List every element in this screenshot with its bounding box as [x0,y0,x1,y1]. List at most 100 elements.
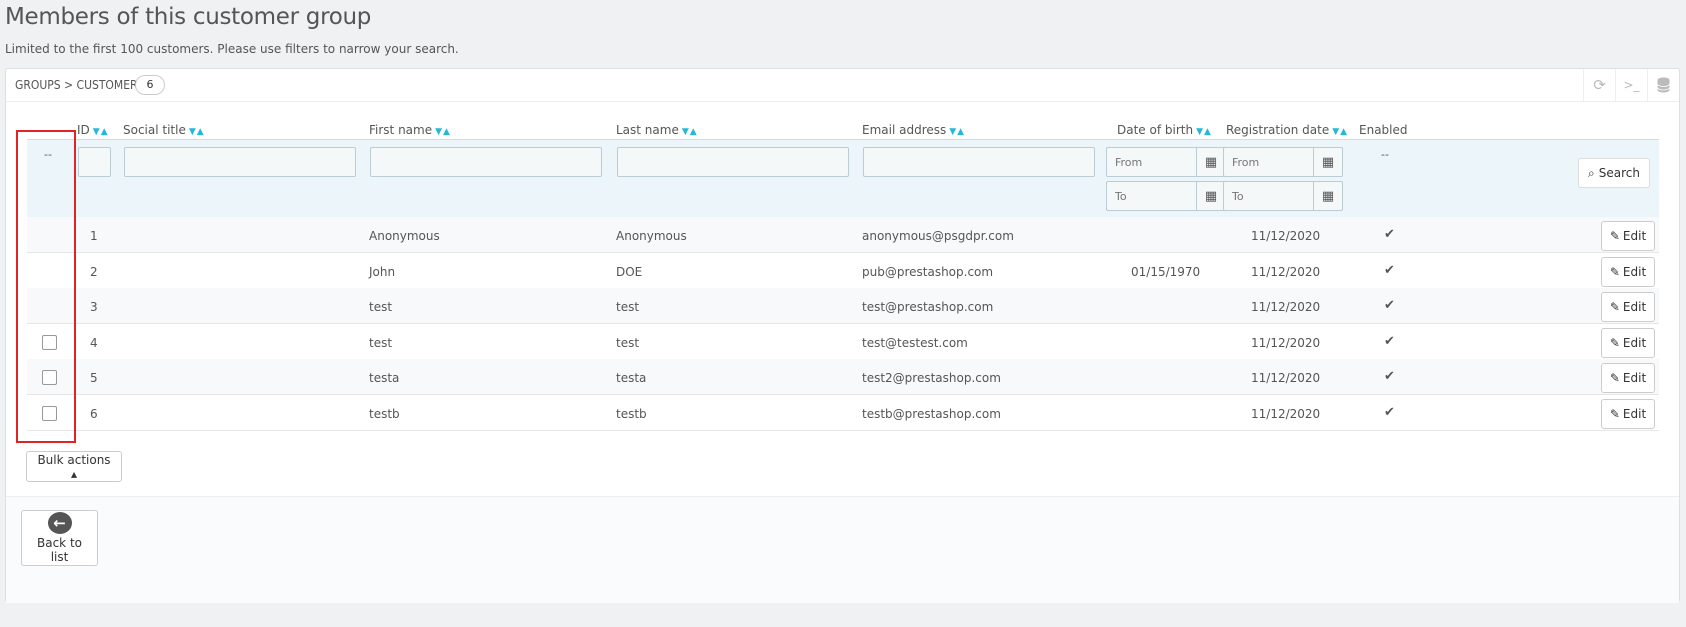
col-header-id[interactable]: ID ▼▲ [77,123,109,137]
sort-arrows-icon[interactable]: ▼▲ [1332,127,1348,137]
row-checkbox[interactable] [42,405,57,421]
pencil-icon: ✎ [1609,371,1620,385]
edit-button[interactable]: ✎ Edit [1601,363,1655,393]
table-row[interactable]: 5 testa testa test2@prestashop.com 11/12/202… [27,359,1659,395]
table-row[interactable]: 6 testb testb testb@prestashop.com 11/12/202… [27,394,1659,431]
customers-panel: Groups > Customer 6 ⟳ >_ ID ▼▲ Social tit… [5,68,1680,603]
cell-last-name: testa [616,371,647,385]
cell-registration-date: 11/12/2020 [1251,335,1321,350]
cell-last-name: test [616,335,640,350]
cell-id: 3 [90,300,98,314]
database-icon[interactable] [1647,69,1679,101]
cell-first-name: testb [369,406,400,421]
pencil-icon: ✎ [1609,229,1620,243]
cell-registration-date: 11/12/2020 [1251,229,1321,243]
sort-arrows-icon[interactable]: ▼▲ [682,127,698,137]
dob-from-field: ▦ [1106,147,1226,177]
col-header-registration[interactable]: Registration date ▼▲ [1226,123,1348,137]
panel-toolbar: ⟳ >_ [1583,69,1679,101]
pencil-icon: ✎ [1609,264,1620,279]
cell-email: test@prestashop.com [862,300,994,314]
edit-button[interactable]: ✎ Edit [1601,256,1655,287]
cell-first-name: Anonymous [369,229,440,243]
enabled-check-icon[interactable]: ✔ [1384,263,1395,278]
last-name-filter-input[interactable] [617,147,849,177]
cell-registration-date: 11/12/2020 [1251,371,1321,385]
table-row[interactable]: 1 Anonymous Anonymous anonymous@psgdpr.com 1… [27,217,1659,253]
enabled-check-icon[interactable]: ✔ [1384,405,1395,420]
cell-email: pub@prestashop.com [862,264,994,279]
calendar-icon[interactable]: ▦ [1196,181,1226,211]
pencil-icon: ✎ [1609,335,1620,350]
social-title-filter-input[interactable] [124,147,356,177]
enabled-filter[interactable]: -- [1381,148,1389,161]
sort-arrows-icon[interactable]: ▼▲ [435,127,451,137]
enabled-check-icon[interactable]: ✔ [1384,227,1395,242]
enabled-check-icon[interactable]: ✔ [1384,334,1395,349]
cell-first-name: test [369,335,393,350]
row-checkbox[interactable] [42,334,57,350]
reg-to-field: ▦ [1223,181,1343,211]
search-button[interactable]: ⌕ Search [1578,158,1650,188]
page-title: Members of this customer group [5,4,372,30]
cell-email: test2@prestashop.com [862,371,1001,385]
cell-first-name: test [369,300,393,314]
cell-email: testb@prestashop.com [862,406,1001,421]
cell-id: 1 [90,229,98,243]
pencil-icon: ✎ [1609,300,1620,314]
email-filter-input[interactable] [863,147,1095,177]
sort-arrows-icon[interactable]: ▼▲ [93,127,109,137]
calendar-icon[interactable]: ▦ [1313,147,1343,177]
cell-id: 4 [90,335,98,350]
row-checkbox[interactable] [42,370,57,385]
cell-last-name: test [616,300,640,314]
col-header-last-name[interactable]: Last name ▼▲ [616,123,698,137]
cell-last-name: DOE [616,264,643,279]
enabled-check-icon[interactable]: ✔ [1384,369,1395,384]
cell-id: 2 [90,264,98,279]
cell-first-name: John [369,264,396,279]
calendar-icon[interactable]: ▦ [1313,181,1343,211]
cell-dob: 01/15/1970 [1131,264,1201,279]
arrow-left-circle-icon: ← [47,512,72,534]
refresh-icon[interactable]: ⟳ [1583,69,1615,101]
edit-button[interactable]: ✎ Edit [1601,292,1655,322]
first-name-filter-input[interactable] [370,147,602,177]
col-header-email[interactable]: Email address ▼▲ [862,123,965,137]
sort-arrows-icon[interactable]: ▼▲ [189,127,205,137]
count-badge: 6 [135,75,165,95]
terminal-icon[interactable]: >_ [1615,69,1647,101]
col-header-dob[interactable]: Date of birth ▼▲ [1117,123,1212,137]
enabled-check-icon[interactable]: ✔ [1384,298,1395,313]
id-filter-input[interactable] [78,147,111,177]
search-icon: ⌕ [1588,165,1595,180]
edit-button[interactable]: ✎ Edit [1601,221,1655,251]
page-subtitle: Limited to the first 100 customers. Plea… [5,42,459,56]
cell-registration-date: 11/12/2020 [1251,264,1321,279]
col-header-enabled: Enabled [1359,123,1408,137]
col-header-social-title[interactable]: Social title ▼▲ [123,123,205,137]
bulk-actions-button[interactable]: Bulk actions ▴ [26,451,122,482]
cell-registration-date: 11/12/2020 [1251,406,1321,421]
cell-id: 6 [90,406,98,421]
reg-from-field: ▦ [1223,147,1343,177]
panel-heading: Groups > Customer 6 ⟳ >_ [6,69,1679,102]
cell-id: 5 [90,371,98,385]
table-row[interactable]: 3 test test test@prestashop.com 11/12/2020 ✔ ✎… [27,288,1659,324]
dob-to-field: ▦ [1106,181,1226,211]
filter-row: -- ▦ ▦ ▦ ▦ -- [27,139,1659,218]
edit-button[interactable]: ✎ Edit [1601,398,1655,429]
edit-button[interactable]: ✎ Edit [1601,327,1655,358]
calendar-icon[interactable]: ▦ [1196,147,1226,177]
cell-last-name: Anonymous [616,229,687,243]
panel-footer: ← Back to list [6,496,1679,603]
col-header-first-name[interactable]: First name ▼▲ [369,123,451,137]
cell-registration-date: 11/12/2020 [1251,300,1321,314]
bulk-select-filter[interactable]: -- [44,148,52,161]
sort-arrows-icon[interactable]: ▼▲ [1196,127,1212,137]
sort-arrows-icon[interactable]: ▼▲ [949,127,965,137]
table-row[interactable]: 2 John DOE pub@prestashop.com 01/15/1970 11/1… [27,252,1659,289]
back-to-list-button[interactable]: ← Back to list [21,510,98,566]
cell-email: test@testest.com [862,335,968,350]
table-row[interactable]: 4 test test test@testest.com 11/12/2020 ✔ ✎ Edi… [27,323,1659,360]
